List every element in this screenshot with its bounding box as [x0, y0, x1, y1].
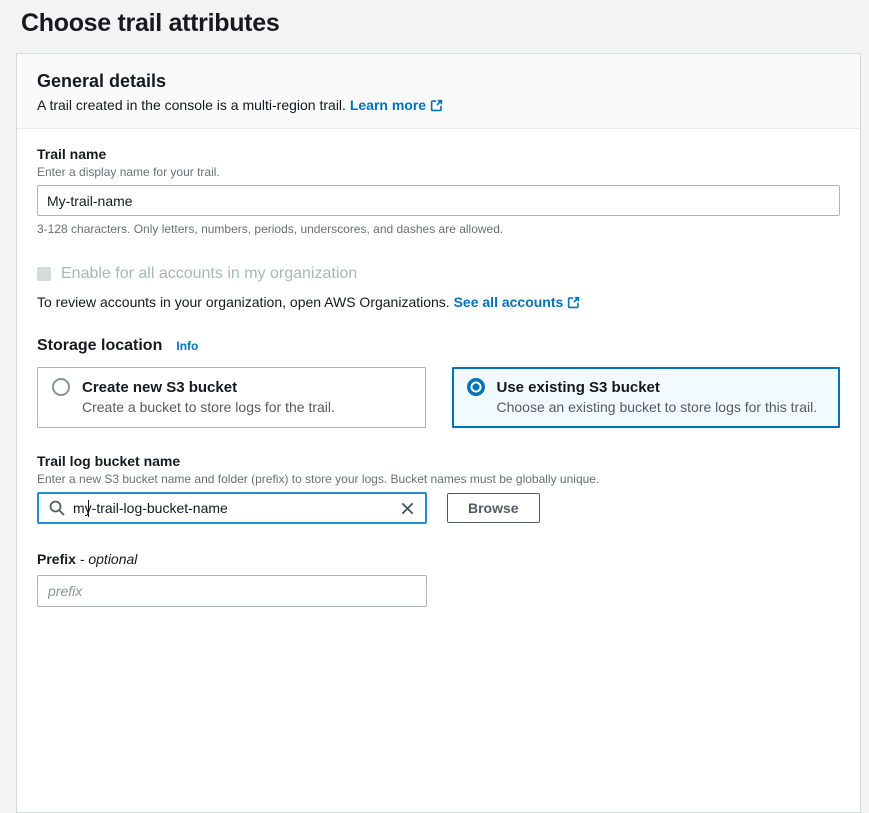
storage-location-head: Storage location Info [37, 337, 840, 355]
section-description: A trail created in the console is a mult… [37, 97, 840, 115]
prefix-input[interactable] [37, 575, 427, 607]
external-link-icon [567, 296, 580, 312]
tile-top: Use existing S3 bucket [467, 378, 826, 396]
see-all-accounts-link[interactable]: See all accounts [454, 294, 564, 310]
tile-title: Use existing S3 bucket [497, 379, 660, 396]
general-details-header: General details A trail created in the c… [17, 54, 860, 129]
tile-description: Create a bucket to store logs for the tr… [82, 399, 411, 415]
org-enable-checkbox-label: Enable for all accounts in my organizati… [61, 265, 357, 283]
org-enable-checkbox-row: Enable for all accounts in my organizati… [37, 265, 840, 283]
bucket-name-value: my-trail-log-bucket-name [73, 500, 228, 516]
tile-create-new-s3-bucket[interactable]: Create new S3 bucket Create a bucket to … [37, 367, 426, 428]
search-icon [49, 500, 65, 516]
trail-name-field: Trail name Enter a display name for your… [37, 146, 840, 236]
storage-location-tiles: Create new S3 bucket Create a bucket to … [37, 367, 840, 428]
org-enable-checkbox[interactable] [37, 267, 51, 281]
learn-more-link[interactable]: Learn more [350, 97, 426, 113]
trail-name-description: Enter a display name for your trail. [37, 165, 840, 179]
tile-use-existing-s3-bucket[interactable]: Use existing S3 bucket Choose an existin… [452, 367, 841, 428]
radio-unselected-icon[interactable] [52, 378, 70, 396]
general-details-body: Trail name Enter a display name for your… [17, 129, 860, 631]
trail-name-label: Trail name [37, 146, 840, 162]
section-title: General details [37, 71, 840, 92]
section-description-text: A trail created in the console is a mult… [37, 97, 346, 113]
prefix-optional-text: - optional [80, 551, 138, 567]
storage-location-info-link[interactable]: Info [176, 339, 198, 353]
page-title: Choose trail attributes [0, 0, 869, 53]
general-details-container: General details A trail created in the c… [16, 53, 861, 813]
tile-title: Create new S3 bucket [82, 379, 237, 396]
trail-name-constraint: 3-128 characters. Only letters, numbers,… [37, 222, 840, 236]
bucket-name-field: Trail log bucket name Enter a new S3 buc… [37, 453, 840, 524]
org-note-text: To review accounts in your organization,… [37, 294, 450, 310]
prefix-label: Prefix - optional [37, 551, 840, 567]
bucket-name-search-input[interactable]: my-trail-log-bucket-name [37, 492, 427, 524]
text-caret [88, 500, 89, 517]
bucket-name-description: Enter a new S3 bucket name and folder (p… [37, 472, 840, 486]
tile-top: Create new S3 bucket [52, 378, 411, 396]
storage-location-label: Storage location [37, 337, 162, 355]
browse-button[interactable]: Browse [447, 493, 540, 523]
bucket-name-row: my-trail-log-bucket-name Browse [37, 492, 840, 524]
prefix-label-text: Prefix [37, 551, 76, 567]
external-link-icon [430, 99, 443, 115]
trail-name-input[interactable] [37, 185, 840, 216]
clear-input-icon[interactable] [400, 501, 415, 516]
org-note: To review accounts in your organization,… [37, 294, 840, 312]
radio-selected-icon[interactable] [467, 378, 485, 396]
prefix-field: Prefix - optional [37, 551, 840, 607]
tile-description: Choose an existing bucket to store logs … [497, 399, 826, 415]
bucket-name-label: Trail log bucket name [37, 453, 840, 469]
